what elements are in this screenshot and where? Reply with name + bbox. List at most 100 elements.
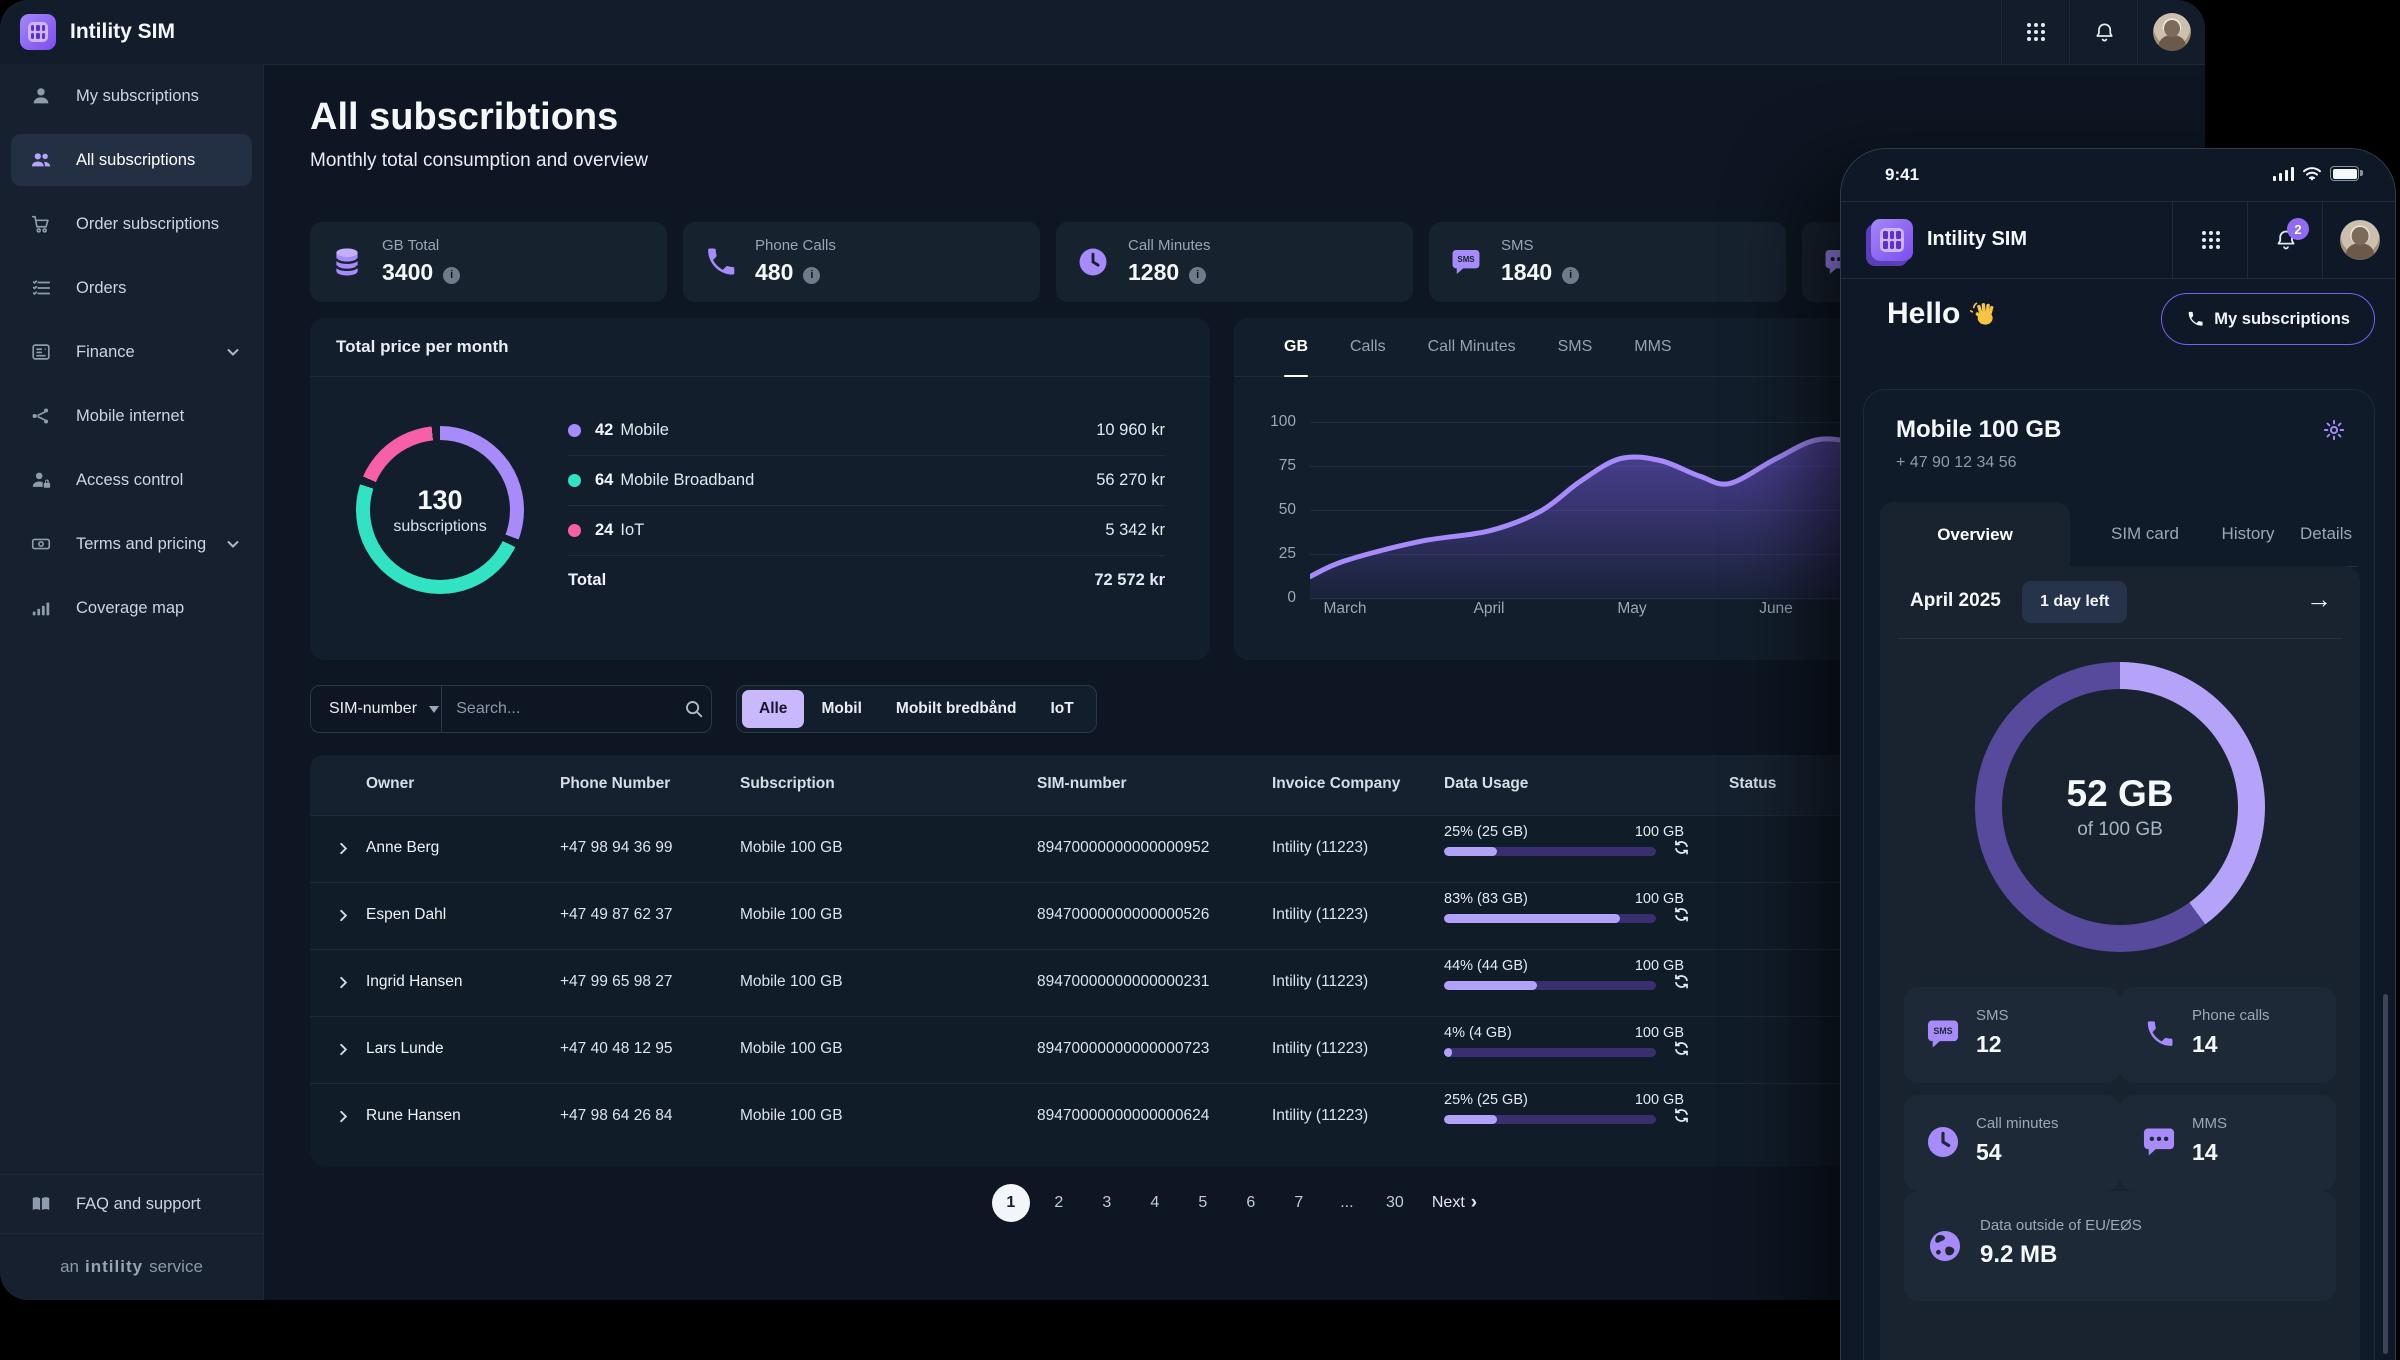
my-subscriptions-button[interactable]: My subscriptions (2161, 293, 2375, 345)
plan-phone-number: + 47 90 12 34 56 (1896, 454, 2017, 472)
chart-tab-gb[interactable]: GB (1284, 318, 1308, 376)
legend-row-mobile-broadband: 64 Mobile Broadband 56 270 kr (568, 456, 1165, 506)
chart-tab-mms[interactable]: MMS (1634, 318, 1671, 376)
sidebar-item-finance[interactable]: Finance (0, 320, 263, 384)
page-button-4[interactable]: 4 (1136, 1184, 1174, 1222)
page-button-7[interactable]: 7 (1280, 1184, 1318, 1222)
apps-grid-button[interactable] (2001, 0, 2070, 64)
legend-row-iot: 24 IoT 5 342 kr (568, 506, 1165, 556)
info-icon[interactable]: i (443, 267, 460, 284)
grid-icon (2025, 21, 2047, 43)
price-legend: 42 Mobile 10 960 kr 64 Mobile Broadband … (568, 406, 1165, 605)
sidebar-item-order-subscriptions[interactable]: Order subscriptions (0, 192, 263, 256)
sidebar-item-terms-and-pricing[interactable]: Terms and pricing (0, 512, 263, 576)
data-usage-cell: 25% (25 GB)100 GB (1444, 1092, 1704, 1124)
phone-icon (2140, 1015, 2178, 1053)
data-usage-cell: 83% (83 GB)100 GB (1444, 891, 1704, 923)
svg-text:SMS: SMS (1933, 1026, 1952, 1036)
user-lock-icon (30, 469, 52, 491)
sidebar-item-orders[interactable]: Orders (0, 256, 263, 320)
phone-notifications-button[interactable]: 2 (2247, 202, 2323, 278)
phone-user-menu-button[interactable] (2322, 202, 2396, 278)
segment-alle[interactable]: Alle (742, 690, 804, 728)
sidebar-item-my-subscriptions[interactable]: My subscriptions (0, 64, 263, 128)
period-row: April 2025 1 day left → (1880, 566, 2360, 638)
chevron-right-icon: › (1471, 1192, 1477, 1214)
sidebar-footer: FAQ and support anintilityservice (0, 1174, 263, 1300)
info-icon[interactable]: i (803, 267, 820, 284)
phone-scrollbar[interactable] (2383, 994, 2388, 1354)
refresh-icon[interactable] (1673, 906, 1690, 923)
page-button-5[interactable]: 5 (1184, 1184, 1222, 1222)
chevron-right-icon[interactable] (336, 975, 351, 990)
refresh-icon[interactable] (1673, 1107, 1690, 1124)
waving-hand-icon (1970, 300, 1998, 328)
page-button-30[interactable]: 30 (1376, 1184, 1414, 1222)
search-input[interactable] (442, 686, 677, 732)
sidebar: My subscriptions All subscriptions Order… (0, 64, 264, 1300)
x-tick-april: April (1473, 600, 1504, 618)
segment-mobil[interactable]: Mobil (804, 690, 878, 728)
page-button-3[interactable]: 3 (1088, 1184, 1126, 1222)
clock-icon (1924, 1123, 1962, 1161)
plan-tabs: Overview SIM card History Details (1880, 502, 2358, 567)
tab-details[interactable]: Details (2292, 502, 2360, 566)
refresh-icon[interactable] (1673, 839, 1690, 856)
chevron-right-icon[interactable] (336, 841, 351, 856)
phone-apps-grid-button[interactable] (2172, 202, 2248, 278)
info-icon[interactable]: i (1562, 267, 1579, 284)
legend-dot (568, 474, 581, 487)
sidebar-item-all-subscriptions[interactable]: All subscriptions (11, 134, 252, 186)
y-tick: 75 (1262, 457, 1296, 475)
tab-overview[interactable]: Overview (1880, 502, 2070, 567)
page-button-1[interactable]: 1 (992, 1184, 1030, 1222)
next-page-button[interactable]: Next› (1432, 1192, 1477, 1214)
page-button-2[interactable]: 2 (1040, 1184, 1078, 1222)
price-card-title: Total price per month (310, 318, 1210, 377)
stat-card-gb-total: GB Total 3400i (310, 222, 667, 302)
app-logo-sim-icon (20, 14, 56, 50)
chevron-right-icon[interactable] (336, 908, 351, 923)
sidebar-item-coverage-map[interactable]: Coverage map (0, 576, 263, 640)
chart-tab-calls[interactable]: Calls (1350, 318, 1386, 376)
arrow-right-icon[interactable]: → (2306, 584, 2332, 615)
phone-status-bar: 9:41 (1841, 149, 2395, 201)
search-button[interactable] (677, 699, 711, 719)
greeting-text: Hello (1887, 297, 1960, 331)
page-button-6[interactable]: 6 (1232, 1184, 1270, 1222)
stat-value: 3400 (382, 259, 433, 285)
chart-tab-call-minutes[interactable]: Call Minutes (1428, 318, 1516, 376)
segment-mobilt-bredband[interactable]: Mobilt bredbånd (879, 690, 1034, 728)
phone-stat-phone-calls: Phone calls 14 (2120, 987, 2336, 1083)
chevron-right-icon[interactable] (336, 1042, 351, 1057)
tab-sim-card[interactable]: SIM card (2100, 502, 2190, 566)
info-icon[interactable]: i (1189, 267, 1206, 284)
user-menu-button[interactable] (2137, 0, 2205, 64)
y-tick: 0 (1262, 589, 1296, 607)
stat-card-call-minutes: Call Minutes 1280i (1056, 222, 1413, 302)
refresh-icon[interactable] (1673, 1040, 1690, 1057)
y-tick: 50 (1262, 501, 1296, 519)
data-usage-cell: 44% (44 GB)100 GB (1444, 958, 1704, 990)
notifications-button[interactable] (2069, 0, 2138, 64)
database-icon (330, 245, 364, 279)
sim-number-dropdown[interactable]: SIM-number (311, 686, 442, 732)
sidebar-item-access-control[interactable]: Access control (0, 448, 263, 512)
chevron-right-icon[interactable] (336, 1109, 351, 1124)
segment-iot[interactable]: IoT (1033, 690, 1090, 728)
tab-history[interactable]: History (2208, 502, 2288, 566)
gear-icon[interactable] (2322, 418, 2346, 442)
ring-value: 52 GB (2067, 773, 2174, 815)
stat-value: 480 (755, 259, 793, 285)
refresh-icon[interactable] (1673, 973, 1690, 990)
sidebar-item-faq-and-support[interactable]: FAQ and support (0, 1175, 263, 1233)
chart-tab-sms[interactable]: SMS (1558, 318, 1593, 376)
phone-stat-sms: SMS SMS 12 (1904, 987, 2120, 1083)
top-bar: Intility SIM (0, 0, 2205, 65)
sidebar-item-mobile-internet[interactable]: Mobile internet (0, 384, 263, 448)
users-icon (30, 149, 52, 171)
svg-text:SMS: SMS (1457, 255, 1474, 264)
overview-panel: April 2025 1 day left → 52 GB of 100 GB … (1880, 566, 2360, 1360)
data-usage-cell: 25% (25 GB)100 GB (1444, 824, 1704, 856)
network-icon (30, 405, 52, 427)
